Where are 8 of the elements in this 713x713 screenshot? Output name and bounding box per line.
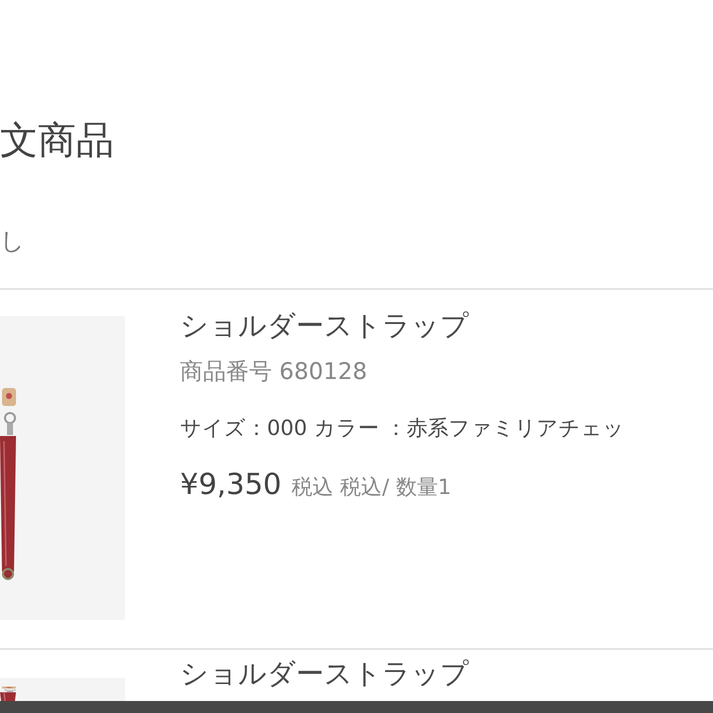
product-name: ショルダーストラップ <box>180 656 469 692</box>
section-title: 文商品 <box>0 117 115 164</box>
product-number: 商品番号 680128 <box>180 358 368 387</box>
price-note: 税込 税込/ 数量1 <box>291 474 452 501</box>
subtitle-text: し <box>0 226 26 256</box>
product-name: ショルダーストラップ <box>180 308 470 344</box>
product-options: サイズ：000 カラー ：赤系ファミリアチェッ <box>180 413 624 443</box>
product-price: ¥9,350 <box>180 466 282 503</box>
